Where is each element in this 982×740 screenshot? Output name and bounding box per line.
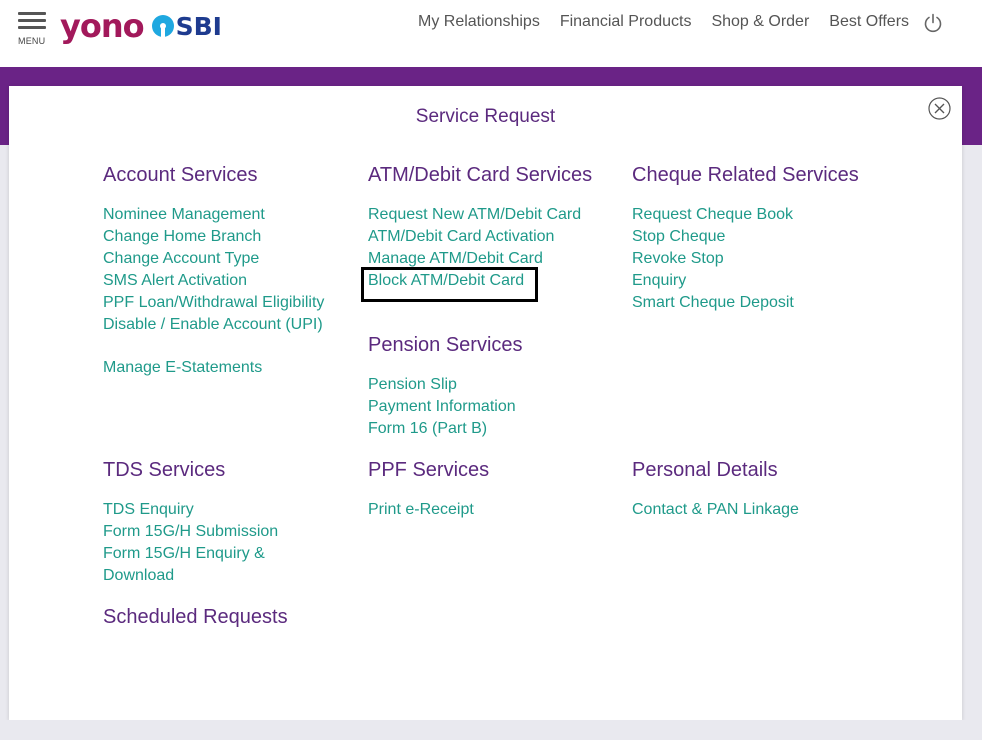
- link-tds-enquiry[interactable]: TDS Enquiry: [103, 499, 278, 521]
- personal-details-section: Personal Details Contact & PAN Linkage: [632, 459, 799, 521]
- top-navigation: My Relationships Financial Products Shop…: [418, 13, 909, 31]
- link-cheque-enquiry[interactable]: Enquiry: [632, 270, 859, 292]
- section-title-account-services: Account Services: [103, 164, 258, 186]
- atm-debit-card-section: ATM/Debit Card Services Request New ATM/…: [368, 164, 592, 292]
- link-nominee-management[interactable]: Nominee Management: [103, 204, 324, 226]
- account-services-section: Account Services Nominee Management Chan…: [103, 164, 324, 379]
- link-print-e-receipt[interactable]: Print e-Receipt: [368, 499, 489, 521]
- nav-my-relationships[interactable]: My Relationships: [418, 13, 540, 31]
- link-atm-card-activation[interactable]: ATM/Debit Card Activation: [368, 226, 592, 248]
- sbi-logo-icon: [151, 15, 174, 37]
- hamburger-bar: [18, 19, 46, 22]
- top-header: MENU yono SBI My Relationships Financial…: [0, 0, 982, 67]
- link-sms-alert-activation[interactable]: SMS Alert Activation: [103, 270, 324, 292]
- logo-sbi-text: SBI: [175, 11, 222, 41]
- modal-title: Service Request: [415, 106, 556, 127]
- link-change-account-type[interactable]: Change Account Type: [103, 248, 324, 270]
- hamburger-bar: [18, 26, 46, 29]
- power-logout-icon[interactable]: [922, 12, 944, 34]
- link-ppf-loan-withdrawal[interactable]: PPF Loan/Withdrawal Eligibility: [103, 292, 324, 314]
- link-disable-enable-upi[interactable]: Disable / Enable Account (UPI): [103, 314, 324, 336]
- menu-button[interactable]: MENU: [18, 12, 46, 48]
- logo-yono-text: yono: [60, 7, 145, 45]
- link-request-new-atm-card[interactable]: Request New ATM/Debit Card: [368, 204, 592, 226]
- service-request-modal: Service Request Account Services Nominee…: [9, 86, 962, 720]
- link-smart-cheque-deposit[interactable]: Smart Cheque Deposit: [632, 292, 859, 314]
- cheque-services-section: Cheque Related Services Request Cheque B…: [632, 164, 859, 314]
- pension-services-section: Pension Services Pension Slip Payment In…: [368, 334, 523, 440]
- link-payment-information[interactable]: Payment Information: [368, 396, 523, 418]
- close-icon[interactable]: [928, 97, 951, 120]
- nav-financial-products[interactable]: Financial Products: [560, 13, 692, 31]
- link-revoke-stop[interactable]: Revoke Stop: [632, 248, 859, 270]
- link-request-cheque-book[interactable]: Request Cheque Book: [632, 204, 859, 226]
- link-pension-slip[interactable]: Pension Slip: [368, 374, 523, 396]
- link-stop-cheque[interactable]: Stop Cheque: [632, 226, 859, 248]
- ppf-services-section: PPF Services Print e-Receipt: [368, 459, 489, 521]
- section-title-ppf-services: PPF Services: [368, 459, 490, 481]
- nav-shop-order[interactable]: Shop & Order: [711, 13, 809, 31]
- link-form-16-part-b[interactable]: Form 16 (Part B): [368, 418, 523, 440]
- link-manage-atm-card[interactable]: Manage ATM/Debit Card: [368, 248, 592, 270]
- link-form-15gh-submission[interactable]: Form 15G/H Submission: [103, 521, 278, 543]
- page-bottom-background: [0, 720, 982, 740]
- link-form-15gh-enquiry[interactable]: Form 15G/H Enquiry &: [103, 543, 278, 565]
- yono-sbi-logo[interactable]: yono SBI: [60, 6, 222, 46]
- link-manage-e-statements[interactable]: Manage E-Statements: [103, 357, 324, 379]
- section-title-tds-services: TDS Services: [103, 459, 226, 481]
- scheduled-requests-section: Scheduled Requests: [103, 606, 288, 646]
- link-contact-pan-linkage[interactable]: Contact & PAN Linkage: [632, 499, 799, 521]
- section-title-scheduled-requests[interactable]: Scheduled Requests: [103, 606, 288, 629]
- nav-best-offers[interactable]: Best Offers: [829, 13, 909, 31]
- hamburger-icon: [18, 12, 46, 15]
- section-title-pension-services: Pension Services: [368, 334, 523, 356]
- section-title-cheque-services: Cheque Related Services: [632, 164, 859, 186]
- section-title-atm-debit-card: ATM/Debit Card Services: [368, 164, 593, 186]
- link-change-home-branch[interactable]: Change Home Branch: [103, 226, 324, 248]
- menu-label: MENU: [18, 36, 46, 46]
- link-block-atm-card[interactable]: Block ATM/Debit Card: [368, 270, 592, 292]
- link-form-15gh-download[interactable]: Download: [103, 565, 278, 587]
- section-title-personal-details: Personal Details: [632, 459, 778, 481]
- tds-services-section: TDS Services TDS Enquiry Form 15G/H Subm…: [103, 459, 278, 587]
